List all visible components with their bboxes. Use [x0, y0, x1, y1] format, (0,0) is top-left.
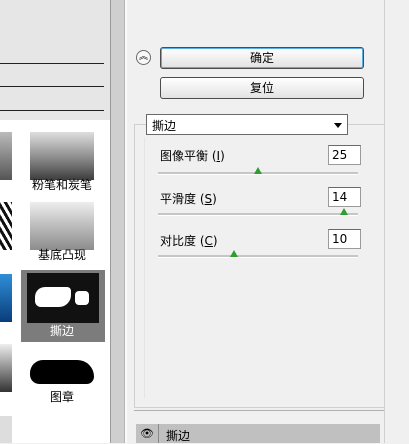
- filter-thumbnail-torn-edges[interactable]: [27, 273, 99, 323]
- filter-thumbnail-stamp[interactable]: [30, 344, 94, 392]
- filter-thumbnail[interactable]: [0, 344, 12, 392]
- filter-select-value: 撕边: [152, 119, 177, 133]
- filter-caption: 基底凸现: [37, 248, 86, 262]
- smoothness-slider-thumb[interactable]: [340, 208, 348, 215]
- filter-thumbnail[interactable]: [0, 416, 12, 443]
- contrast-slider-track[interactable]: [158, 255, 358, 258]
- image-balance-input[interactable]: 25: [328, 145, 361, 165]
- smoothness-slider-track[interactable]: [158, 213, 358, 216]
- gallery-scrollbar[interactable]: [110, 0, 125, 443]
- filter-select-dropdown[interactable]: 撕边: [146, 114, 348, 135]
- filter-thumbnail[interactable]: [0, 274, 12, 322]
- eye-icon[interactable]: 👁: [136, 424, 159, 443]
- category-divider: [0, 110, 104, 111]
- double-chevron-up-icon[interactable]: ︽: [136, 50, 151, 65]
- param-label-image-balance: 图像平衡 (I): [160, 149, 225, 163]
- filter-params-group: [144, 138, 385, 398]
- panel-divider: [124, 0, 127, 443]
- ok-button[interactable]: 确定: [160, 47, 364, 69]
- param-label-contrast: 对比度 (C): [160, 234, 218, 248]
- filter-thumbnail-bas-relief[interactable]: [30, 202, 94, 250]
- smoothness-input[interactable]: 14: [328, 187, 361, 207]
- contrast-input[interactable]: 10: [328, 229, 361, 249]
- effect-layer-name: 撕边: [166, 429, 191, 443]
- category-divider: [0, 63, 104, 64]
- filter-thumbnail[interactable]: [0, 202, 12, 250]
- filter-thumbnail[interactable]: [0, 132, 12, 180]
- image-balance-slider-thumb[interactable]: [254, 167, 262, 174]
- param-label-smoothness: 平滑度 (S): [160, 192, 217, 206]
- chevron-down-icon: [334, 123, 342, 128]
- filter-thumbnail-list: 粉笔和炭笔 基底凸现 撕边 图章: [0, 120, 110, 443]
- filter-caption: 撕边: [49, 324, 74, 338]
- filter-caption: 粉笔和炭笔: [31, 178, 92, 192]
- category-divider: [0, 86, 104, 87]
- filter-thumbnail-chalk-charcoal[interactable]: [30, 132, 94, 180]
- filter-caption: 图章: [49, 390, 74, 404]
- contrast-slider-thumb[interactable]: [230, 250, 238, 257]
- reset-button[interactable]: 复位: [160, 77, 364, 99]
